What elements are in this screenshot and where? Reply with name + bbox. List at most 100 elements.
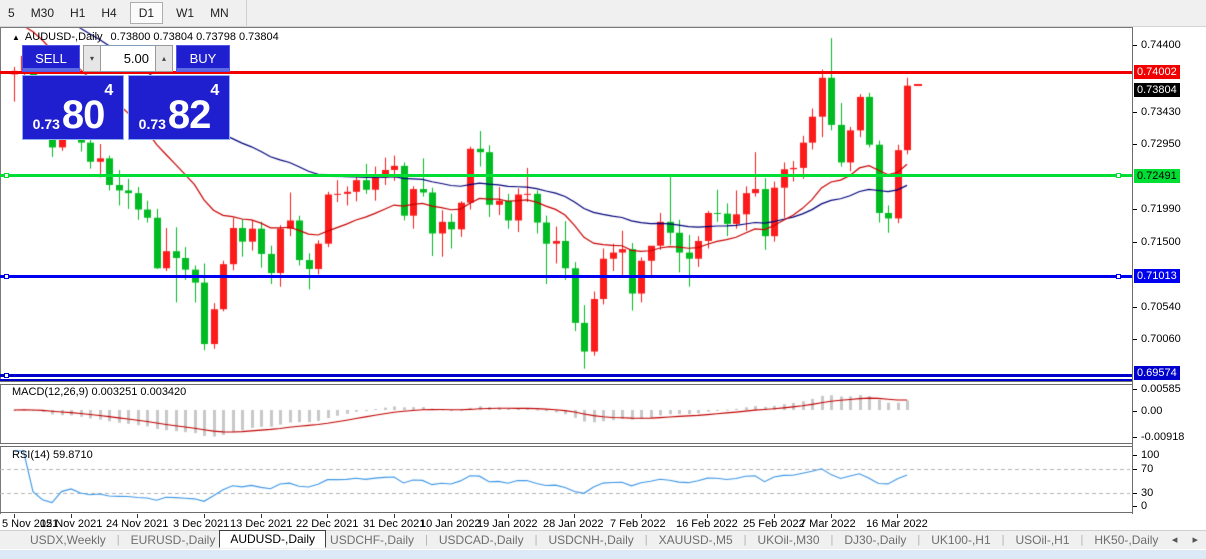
axis-tick-mark: [1133, 112, 1137, 113]
axis-tick-mark: [1133, 307, 1137, 308]
price-marker-chip: 0.69574: [1134, 366, 1180, 380]
pane-separator[interactable]: [0, 381, 1132, 385]
axis-tick-mark: [1133, 506, 1137, 507]
axis-tick-mark: [1133, 144, 1137, 145]
symbol-title: AUDUSD-,Daily: [25, 31, 103, 43]
time-tick-label: 22 Dec 2021: [296, 518, 358, 530]
axis-tick-label: 30: [1141, 487, 1153, 499]
chart-tab-hk50-[interactable]: HK50-,Daily: [1090, 533, 1162, 547]
period-button-mn[interactable]: MN: [210, 6, 229, 20]
axis-tick-label: 0.72950: [1141, 138, 1181, 150]
ohlc-values: 0.73800 0.73804 0.73798 0.73804: [111, 31, 279, 43]
time-tick-label: 10 Jan 2022: [420, 518, 481, 530]
time-tick-label: 7 Feb 2022: [610, 518, 666, 530]
time-tick-label: 28 Jan 2022: [543, 518, 604, 530]
chart-tab-ukoil-[interactable]: UKOil-,M30: [754, 533, 824, 547]
chart-tab-audusd-[interactable]: AUDUSD-,Daily: [219, 530, 326, 548]
chart-tab-usdcnh-[interactable]: USDCNH-,Daily: [544, 533, 637, 547]
axis-tick-mark: [1133, 209, 1137, 210]
axis-tick-label: 0: [1141, 500, 1147, 512]
axis-tick-mark: [1133, 437, 1137, 438]
tab-scroll-arrows: ◂ ▸: [1160, 533, 1198, 546]
tab-separator: |: [824, 534, 841, 546]
line-handle: [1116, 274, 1121, 279]
chart-tab-usdcad-[interactable]: USDCAD-,Daily: [435, 533, 528, 547]
time-tick-label: 31 Dec 2021: [363, 518, 425, 530]
period-button-m30[interactable]: M30: [31, 6, 54, 20]
period-button-d1[interactable]: D1: [130, 2, 163, 24]
chart-tab-xauusd-[interactable]: XAUUSD-,M5: [655, 533, 737, 547]
ask-price-pipette: 4: [210, 82, 219, 100]
status-strip: [0, 549, 1206, 559]
axis-tick-label: 70: [1141, 463, 1153, 475]
bid-price-prefix: 0.73: [33, 115, 60, 133]
chart-tab-usoil-[interactable]: USOil-,H1: [1012, 533, 1074, 547]
chart-tab-uk100-[interactable]: UK100-,H1: [927, 533, 994, 547]
tab-scroll-left-icon[interactable]: ◂: [1172, 534, 1178, 546]
axis-tick-label: 0.71500: [1141, 236, 1181, 248]
volume-input[interactable]: [101, 45, 155, 72]
axis-tick-label: 0.71990: [1141, 203, 1181, 215]
trading-terminal: 5M30H1H4D1W1MN ▲AUDUSD-,Daily0.73800 0.7…: [0, 0, 1206, 559]
axis-tick-mark: [1133, 45, 1137, 46]
buy-price-panel[interactable]: 0.73 82 4: [128, 75, 230, 140]
time-tick-label: 16 Feb 2022: [676, 518, 738, 530]
tab-separator: |: [995, 534, 1012, 546]
axis-tick-label: 100: [1141, 449, 1159, 461]
price-axis: 0.744000.734300.729500.719900.715000.705…: [1132, 27, 1206, 514]
ask-price-big-digits: 82: [168, 97, 211, 133]
period-button-h1[interactable]: H1: [70, 6, 85, 20]
period-toolbar: 5 M30 H1 H4 D1 W1 MN: [0, 0, 1206, 27]
axis-tick-label: -0.00918: [1141, 431, 1184, 443]
axis-tick-label: 0.74400: [1141, 39, 1181, 51]
axis-tick-mark: [1133, 389, 1137, 390]
toolbar-separator: [246, 0, 247, 26]
axis-tick-mark: [1133, 242, 1137, 243]
period-button-5[interactable]: 5: [8, 6, 15, 20]
one-click-trading-widget: SELL ▾ ▴ BUY 0.73 80 4 0.73 82 4: [22, 45, 230, 140]
time-tick-label: 15 Nov 2021: [40, 518, 102, 530]
price-marker-chip: 0.71013: [1134, 269, 1180, 283]
symbol-header: ▲ AUDUSD-,Daily 0.73800 0.73804 0.73798 0.…: [12, 31, 279, 43]
tab-separator: |: [528, 534, 545, 546]
macd-indicator-label: MACD(12,26,9) 0.003251 0.003420: [12, 386, 186, 398]
axis-tick-label: 0.00: [1141, 405, 1162, 417]
triangle-up-icon: ▴: [162, 54, 166, 63]
axis-tick-mark: [1133, 339, 1137, 340]
axis-tick-label: 0.00585: [1141, 383, 1181, 395]
sell-button[interactable]: SELL: [22, 45, 80, 72]
pane-separator[interactable]: [0, 443, 1132, 447]
axis-tick-label: 0.70060: [1141, 333, 1181, 345]
volume-increase-button[interactable]: ▴: [155, 45, 173, 72]
time-tick-label: 25 Feb 2022: [743, 518, 805, 530]
period-button-w1[interactable]: W1: [176, 6, 194, 20]
time-tick-label: 13 Dec 2021: [230, 518, 292, 530]
period-button-h4[interactable]: H4: [101, 6, 116, 20]
tab-scroll-right-icon[interactable]: ▸: [1192, 534, 1198, 546]
horizontal-line-object[interactable]: [0, 174, 1132, 177]
time-tick-label: 7 Mar 2022: [800, 518, 856, 530]
chart-tab-eurusd-[interactable]: EURUSD-,Daily: [127, 533, 220, 547]
horizontal-line-object[interactable]: [0, 374, 1132, 377]
time-tick-label: 16 Mar 2022: [866, 518, 928, 530]
rsi-indicator-label: RSI(14) 59.8710: [12, 449, 93, 461]
buy-button[interactable]: BUY: [176, 45, 230, 72]
axis-tick-mark: [1133, 493, 1137, 494]
horizontal-line-object[interactable]: [0, 275, 1132, 278]
volume-decrease-button[interactable]: ▾: [83, 45, 101, 72]
tab-separator: |: [418, 534, 435, 546]
tab-separator: |: [910, 534, 927, 546]
axis-tick-mark: [1133, 469, 1137, 470]
line-handle: [4, 373, 9, 378]
chart-tab-usdx[interactable]: USDX,Weekly: [26, 533, 110, 547]
triangle-down-icon: ▾: [90, 54, 94, 63]
bid-price-big-digits: 80: [62, 97, 105, 133]
chart-tab-usdchf-[interactable]: USDCHF-,Daily: [326, 533, 418, 547]
chart-menu-arrow-icon[interactable]: ▲: [12, 33, 20, 42]
horizontal-line-object[interactable]: [0, 379, 1132, 381]
time-axis: 5 Nov 202115 Nov 202124 Nov 20213 Dec 20…: [0, 514, 1132, 530]
sell-price-panel[interactable]: 0.73 80 4: [22, 75, 124, 140]
time-tick-label: 3 Dec 2021: [173, 518, 229, 530]
tab-separator: |: [110, 534, 127, 546]
chart-tab-dj30-[interactable]: DJ30-,Daily: [840, 533, 910, 547]
